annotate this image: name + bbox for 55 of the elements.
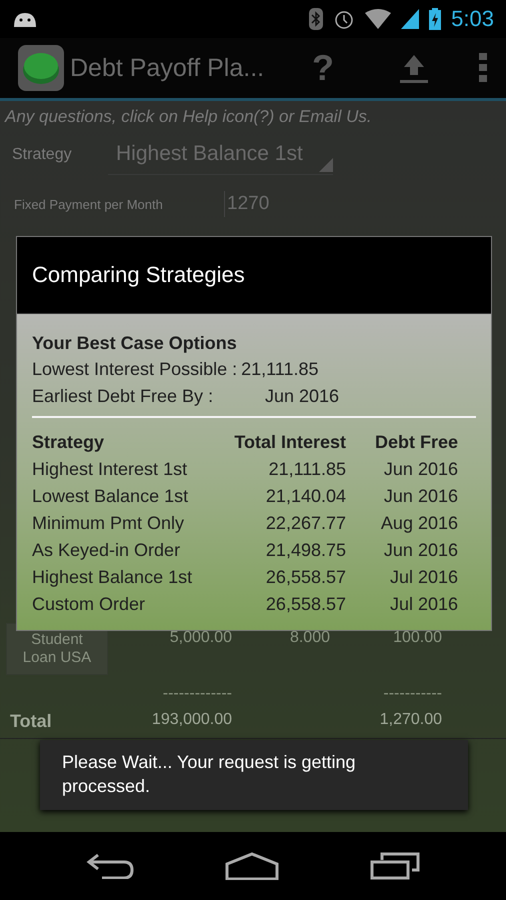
wifi-icon bbox=[365, 9, 392, 29]
table-cell-text: As Keyed-in Order bbox=[32, 539, 182, 562]
help-button[interactable]: ? bbox=[312, 47, 364, 89]
separator-dashes: ------------- bbox=[162, 685, 232, 703]
best-case-heading: Your Best Case Options bbox=[32, 332, 238, 355]
table-cell-text: 26,558.57 bbox=[264, 566, 346, 589]
table-cell-text: Jun 2016 bbox=[382, 539, 459, 562]
best-case-label: Earliest Debt Free By : bbox=[32, 385, 214, 408]
table-cell-text: Aug 2016 bbox=[380, 512, 459, 535]
column-header: Debt Free bbox=[374, 431, 459, 454]
best-case-value: 21,111.85 bbox=[241, 358, 319, 381]
table-cell-text: Highest Balance 1st bbox=[32, 566, 194, 589]
signal-icon bbox=[401, 9, 420, 29]
payment-value: 100.00 bbox=[392, 628, 442, 647]
payment-field[interactable]: 1270 bbox=[224, 191, 347, 217]
help-hint: Any questions, click on Help icon(?) or Email Us. bbox=[3, 106, 373, 127]
total-payment: 1,270.00 bbox=[378, 711, 442, 729]
table-cell-text: Minimum Pmt Only bbox=[32, 512, 186, 535]
battery-icon bbox=[429, 8, 442, 30]
strategy-label: Strategy bbox=[12, 146, 73, 164]
total-balance: 193,000.00 bbox=[150, 711, 232, 729]
app-title: Debt Payoff Pla... bbox=[70, 54, 266, 82]
separator-dashes: ----------- bbox=[382, 685, 442, 703]
overflow-menu-icon[interactable] bbox=[478, 53, 488, 83]
home-icon[interactable] bbox=[224, 852, 279, 880]
table-cell-text: 21,140.04 bbox=[264, 485, 346, 508]
table-cell-text: Jun 2016 bbox=[382, 485, 459, 508]
best-case-label: Lowest Interest Possible : bbox=[32, 358, 238, 381]
table-cell-text: 26,558.57 bbox=[264, 593, 346, 616]
table-cell-text: 22,267.77 bbox=[264, 512, 346, 535]
recent-apps-icon[interactable] bbox=[370, 852, 420, 880]
dropdown-corner-icon bbox=[318, 158, 333, 172]
rate-value: 8.000 bbox=[288, 628, 330, 647]
android-icon bbox=[12, 10, 38, 28]
table-cell-text: Custom Order bbox=[32, 593, 146, 616]
column-header: Total Interest bbox=[234, 431, 346, 454]
table-cell-text: Jul 2016 bbox=[388, 566, 459, 589]
table-cell-text: Highest Interest 1st bbox=[32, 458, 188, 481]
back-icon[interactable] bbox=[86, 853, 134, 879]
strategy-dropdown[interactable]: Highest Balance 1st bbox=[108, 136, 333, 174]
best-case-value: Jun 2016 bbox=[265, 385, 340, 408]
clock: 5:03 bbox=[451, 6, 494, 32]
table-cell-text: 21,111.85 bbox=[268, 458, 346, 481]
toast-message: Please Wait... Your request is getting processed. bbox=[40, 740, 468, 810]
table-cell-text: Lowest Balance 1st bbox=[32, 485, 190, 508]
table-cell-text: Jul 2016 bbox=[388, 593, 459, 616]
balance-value: 5,000.00 bbox=[168, 628, 232, 647]
app-icon[interactable] bbox=[18, 45, 64, 91]
payment-label: Fixed Payment per Month bbox=[14, 196, 164, 212]
column-header: Strategy bbox=[32, 431, 106, 454]
total-label: Total bbox=[9, 711, 53, 732]
table-cell-text: Jun 2016 bbox=[382, 458, 459, 481]
upload-icon[interactable] bbox=[398, 53, 430, 83]
table-cell-text: 21,498.75 bbox=[264, 539, 346, 562]
bluetooth-icon bbox=[309, 8, 324, 30]
